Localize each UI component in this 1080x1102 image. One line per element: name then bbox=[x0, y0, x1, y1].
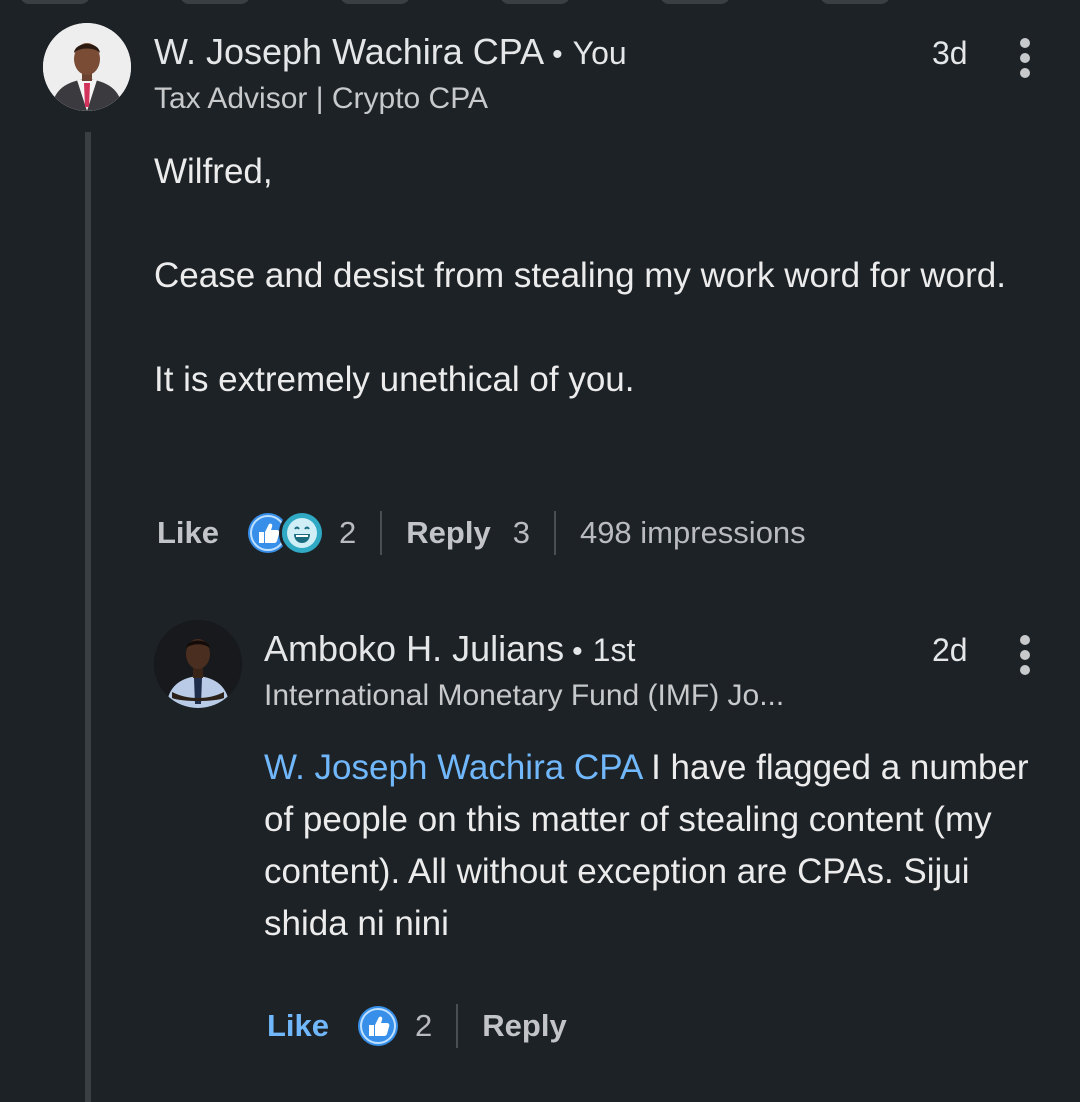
like-reaction-icon bbox=[355, 1003, 402, 1049]
comment-paragraph: Wilfred, bbox=[154, 152, 273, 191]
comment-paragraph: Cease and desist from stealing my work w… bbox=[154, 256, 1006, 295]
action-divider bbox=[456, 1004, 459, 1048]
comment-author[interactable]: W. Joseph Wachira CPA • You bbox=[154, 31, 627, 73]
comment-actions: Like 2 Reply 3 498 impressions bbox=[157, 510, 806, 556]
impressions-count[interactable]: 498 impressions bbox=[580, 515, 806, 551]
reply-button[interactable]: Reply bbox=[406, 515, 490, 551]
mention-link[interactable]: W. Joseph Wachira CPA bbox=[264, 748, 641, 787]
action-divider bbox=[553, 511, 556, 555]
reply-timestamp: 2d bbox=[932, 632, 968, 668]
reaction-count[interactable]: 2 bbox=[415, 1008, 432, 1044]
like-button[interactable]: Like bbox=[267, 1008, 329, 1044]
more-options-icon[interactable] bbox=[1015, 38, 1035, 82]
reply-button[interactable]: Reply bbox=[482, 1008, 566, 1044]
thread-line bbox=[85, 132, 91, 1102]
author-relation: You bbox=[572, 35, 627, 71]
author-headline: International Monetary Fund (IMF) Jo... bbox=[264, 679, 785, 712]
more-options-icon[interactable] bbox=[1015, 635, 1035, 679]
author-name[interactable]: W. Joseph Wachira CPA bbox=[154, 31, 544, 72]
reply-author[interactable]: Amboko H. Julians • 1st bbox=[264, 628, 635, 670]
avatar[interactable] bbox=[43, 23, 131, 111]
author-name[interactable]: Amboko H. Julians bbox=[264, 628, 564, 669]
author-separator: • bbox=[552, 38, 563, 71]
connection-degree: 1st bbox=[592, 632, 636, 668]
like-button[interactable]: Like bbox=[157, 515, 219, 551]
comment-timestamp: 3d bbox=[932, 35, 968, 71]
reply-actions: Like 2 Reply bbox=[267, 1003, 567, 1049]
author-separator: • bbox=[572, 635, 583, 668]
action-divider bbox=[380, 511, 383, 555]
comment-paragraph: It is extremely unethical of you. bbox=[154, 360, 635, 399]
reactions-summary[interactable] bbox=[245, 510, 326, 556]
funny-reaction-icon bbox=[279, 510, 326, 556]
avatar[interactable] bbox=[154, 620, 242, 708]
reactions-summary[interactable] bbox=[355, 1003, 402, 1049]
previous-content-edge bbox=[0, 0, 1080, 8]
reply-count[interactable]: 3 bbox=[513, 515, 530, 551]
reaction-count[interactable]: 2 bbox=[339, 515, 356, 551]
author-headline: Tax Advisor | Crypto CPA bbox=[154, 82, 489, 115]
reply-body: W. Joseph Wachira CPA I have flagged a n… bbox=[264, 742, 1044, 950]
comment-body: Wilfred, Cease and desist from stealing … bbox=[154, 146, 1034, 406]
